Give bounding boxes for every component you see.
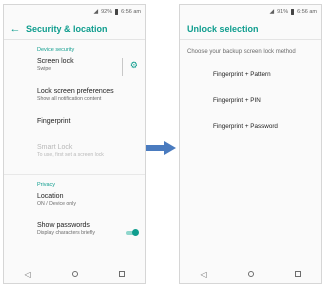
setting-fingerprint[interactable]: Fingerprint: [4, 118, 145, 144]
gear-icon[interactable]: ⚙: [130, 60, 138, 71]
transition-arrow-icon: [146, 141, 176, 155]
recents-square-icon[interactable]: [118, 271, 125, 277]
option-fingerprint-password[interactable]: Fingerprint + Password: [180, 114, 321, 140]
section-header-device-security: Device security: [37, 47, 75, 53]
setting-title: Fingerprint: [37, 118, 71, 125]
clock: 6:56 am: [297, 8, 317, 15]
battery-icon: [291, 8, 295, 15]
signal-icon: ◢: [269, 9, 275, 15]
battery-percent: 91%: [277, 8, 289, 15]
unlock-prompt: Choose your backup screen lock method: [187, 49, 296, 55]
setting-title: Show passwords: [37, 222, 90, 229]
setting-title: Smart Lock: [37, 144, 73, 151]
show-passwords-toggle[interactable]: [125, 229, 139, 236]
nav-bar: ◁: [4, 265, 145, 283]
setting-screen-lock[interactable]: Screen lock Swipe ⚙: [4, 58, 145, 88]
setting-lock-screen-preferences[interactable]: Lock screen preferences Show all notific…: [4, 88, 145, 118]
arrow-back-icon[interactable]: ←: [4, 23, 26, 35]
status-bar: ◢ 92% 6:56 am: [4, 5, 145, 18]
status-bar: ◢ 91% 6:56 am: [180, 5, 321, 18]
app-bar: ← Security & location: [4, 18, 145, 40]
setting-subtitle: To use, first set a screen lock: [37, 152, 104, 158]
page-title: Security & location: [26, 23, 108, 34]
section-header-privacy: Privacy: [37, 182, 56, 188]
clock: 6:56 am: [121, 8, 141, 15]
recents-square-icon[interactable]: [294, 271, 301, 277]
app-bar: Unlock selection: [180, 18, 321, 40]
battery-icon: [115, 8, 119, 15]
setting-subtitle: ON / Device only: [37, 201, 76, 207]
left-phone-screen: ◢ 92% 6:56 am ← Security & location Devi…: [3, 4, 146, 284]
option-fingerprint-pin[interactable]: Fingerprint + PIN: [180, 88, 321, 114]
toggle-thumb: [132, 229, 139, 236]
setting-smart-lock: Smart Lock To use, first set a screen lo…: [4, 144, 145, 168]
option-fingerprint-pattern[interactable]: Fingerprint + Pattern: [180, 62, 321, 88]
setting-title: Lock screen preferences: [37, 88, 114, 95]
back-triangle-icon[interactable]: ◁: [24, 270, 30, 279]
setting-subtitle: Show all notification content: [37, 96, 102, 102]
battery-percent: 92%: [101, 8, 113, 15]
setting-title: Location: [37, 193, 64, 200]
signal-icon: ◢: [93, 9, 99, 15]
setting-show-passwords[interactable]: Show passwords Display characters briefl…: [4, 222, 145, 246]
back-triangle-icon[interactable]: ◁: [200, 270, 206, 279]
vertical-divider: [122, 58, 123, 76]
page-title: Unlock selection: [187, 23, 259, 34]
nav-bar: ◁: [180, 265, 321, 283]
home-circle-icon[interactable]: [71, 271, 78, 277]
setting-location[interactable]: Location ON / Device only: [4, 193, 145, 222]
setting-subtitle: Display characters briefly: [37, 230, 95, 236]
right-phone-screen: ◢ 91% 6:56 am Unlock selection Choose yo…: [179, 4, 322, 284]
home-circle-icon[interactable]: [247, 271, 254, 277]
